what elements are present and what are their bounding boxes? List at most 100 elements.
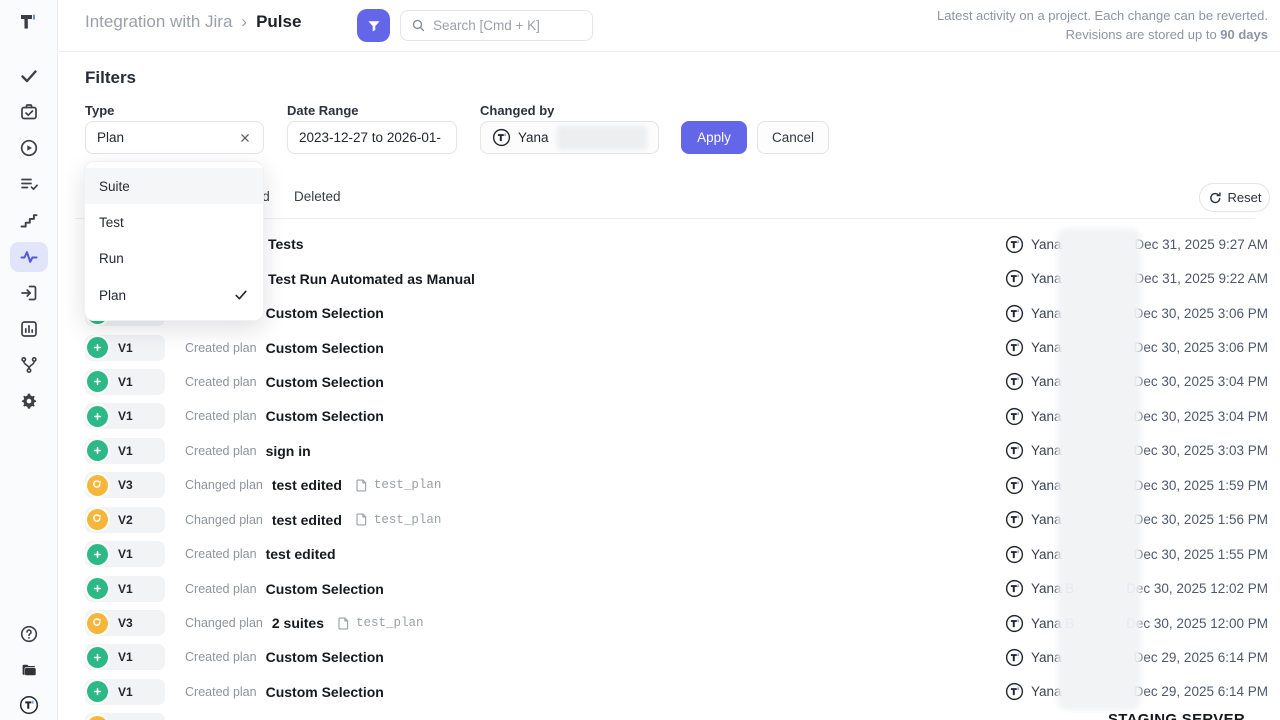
change-type-icon xyxy=(87,475,108,496)
change-type-icon xyxy=(87,509,108,530)
change-type-icon xyxy=(87,337,108,358)
version-badge: V1 xyxy=(85,644,165,670)
reset-button[interactable]: Reset xyxy=(1199,183,1270,212)
apply-button[interactable]: Apply xyxy=(681,121,747,154)
change-type-icon xyxy=(87,371,108,392)
entity-title[interactable]: Custom Selection xyxy=(266,684,384,700)
search-input[interactable] xyxy=(433,18,573,33)
gear-icon[interactable] xyxy=(19,391,39,411)
type-select[interactable]: Plan xyxy=(85,121,264,154)
user-avatar-icon xyxy=(1005,235,1024,254)
action-label: Created plan xyxy=(185,547,257,561)
version-label: V2 xyxy=(118,513,133,527)
entity-title[interactable]: Custom Selection xyxy=(266,305,384,321)
linked-file[interactable]: test_plan xyxy=(354,478,442,493)
entity-title[interactable]: test edited xyxy=(272,477,342,493)
version-badge: V1 xyxy=(85,679,165,705)
entity-title[interactable]: 2 suites xyxy=(272,615,324,631)
folder-icon[interactable] xyxy=(19,660,39,680)
user-avatar-icon xyxy=(1005,441,1024,460)
user-avatar-icon xyxy=(1005,648,1024,667)
filter-button[interactable] xyxy=(357,9,390,42)
cancel-button[interactable]: Cancel xyxy=(757,121,829,154)
user-avatar-icon xyxy=(1005,614,1024,633)
action-label: Created plan xyxy=(185,582,257,596)
entity-title[interactable]: Custom Selection xyxy=(266,408,384,424)
steps-icon[interactable] xyxy=(19,211,39,231)
change-type-icon xyxy=(87,647,108,668)
breadcrumb: Integration with Jira › Pulse xyxy=(85,12,301,32)
changed-by-select[interactable]: Yana xyxy=(480,121,659,154)
version-label: V3 xyxy=(118,478,133,492)
action-label: Changed plan xyxy=(185,616,263,630)
type-dropdown-option[interactable]: Test xyxy=(85,204,263,240)
linked-file[interactable]: test_plan xyxy=(336,616,424,631)
pulse-icon[interactable] xyxy=(19,247,39,267)
entity-title[interactable]: test edited xyxy=(266,546,336,562)
search-box[interactable] xyxy=(400,10,593,41)
help-icon[interactable] xyxy=(19,624,39,644)
action-label: Created plan xyxy=(185,409,257,423)
type-dropdown-option[interactable]: Suite xyxy=(85,168,263,204)
version-label: V1 xyxy=(118,444,133,458)
tab-deleted[interactable]: Deleted xyxy=(294,189,341,204)
type-dropdown-option[interactable]: Plan xyxy=(85,277,263,313)
logo-avatar-icon[interactable] xyxy=(19,695,39,715)
user-avatar-icon xyxy=(1005,579,1024,598)
breadcrumb-parent[interactable]: Integration with Jira xyxy=(85,12,232,32)
clipboard-check-icon[interactable] xyxy=(19,102,39,122)
user-avatar-icon xyxy=(1005,682,1024,701)
file-name: test_plan xyxy=(356,616,424,630)
clear-type-icon[interactable] xyxy=(238,131,252,145)
file-icon xyxy=(336,616,351,631)
entity-title[interactable]: Custom Selection xyxy=(266,649,384,665)
action-label: Created plan xyxy=(185,650,257,664)
filters-heading: Filters xyxy=(85,68,136,88)
action-label: Changed plan xyxy=(185,513,263,527)
version-label: V1 xyxy=(118,547,133,561)
check-icon[interactable] xyxy=(19,66,39,86)
play-circle-icon[interactable] xyxy=(19,138,39,158)
version-badge: V1 xyxy=(85,438,165,464)
entity-title[interactable]: Test Run Automated as Manual xyxy=(268,271,475,287)
change-type-icon xyxy=(87,544,108,565)
login-icon[interactable] xyxy=(19,283,39,303)
version-badge: V1 xyxy=(85,541,165,567)
list-check-icon[interactable] xyxy=(19,174,39,194)
user-avatar-icon xyxy=(1005,476,1024,495)
option-label: Suite xyxy=(99,179,130,194)
version-label: V1 xyxy=(118,582,133,596)
date-range-label: Date Range xyxy=(287,103,359,118)
version-badge: V1 xyxy=(85,403,165,429)
staging-server-label: STAGING SERVER xyxy=(1108,711,1245,720)
type-dropdown-option[interactable]: Run xyxy=(85,241,263,277)
date-range-input[interactable]: 2023-12-27 to 2026-01- xyxy=(287,121,457,154)
option-label: Run xyxy=(99,251,124,266)
activity-row[interactable] xyxy=(85,709,1268,720)
entity-title[interactable]: Custom Selection xyxy=(266,374,384,390)
bar-chart-icon[interactable] xyxy=(19,319,39,339)
entity-title[interactable]: sign in xyxy=(266,443,311,459)
funnel-icon xyxy=(366,18,382,34)
app-window: Integration with Jira › Pulse Latest act… xyxy=(0,0,1280,720)
refresh-icon xyxy=(1208,191,1222,205)
info-line-2: Revisions are stored up to 90 days xyxy=(937,25,1268,44)
version-label: V1 xyxy=(118,341,133,355)
user-avatar-icon xyxy=(492,128,511,147)
entity-title[interactable]: Tests xyxy=(268,236,304,252)
entity-title[interactable]: Custom Selection xyxy=(266,340,384,356)
entity-title[interactable]: test edited xyxy=(272,512,342,528)
reset-label: Reset xyxy=(1228,190,1262,205)
file-icon xyxy=(354,512,369,527)
branch-icon[interactable] xyxy=(19,355,39,375)
action-label: Created plan xyxy=(185,375,257,389)
linked-file[interactable]: test_plan xyxy=(354,512,442,527)
version-label: V1 xyxy=(118,409,133,423)
action-label: Changed plan xyxy=(185,478,263,492)
app-logo-icon[interactable] xyxy=(16,10,40,34)
entity-title[interactable]: Custom Selection xyxy=(266,581,384,597)
version-label: V3 xyxy=(118,616,133,630)
file-name: test_plan xyxy=(374,478,442,492)
sidebar xyxy=(0,0,58,720)
user-avatar-icon xyxy=(1005,510,1024,529)
